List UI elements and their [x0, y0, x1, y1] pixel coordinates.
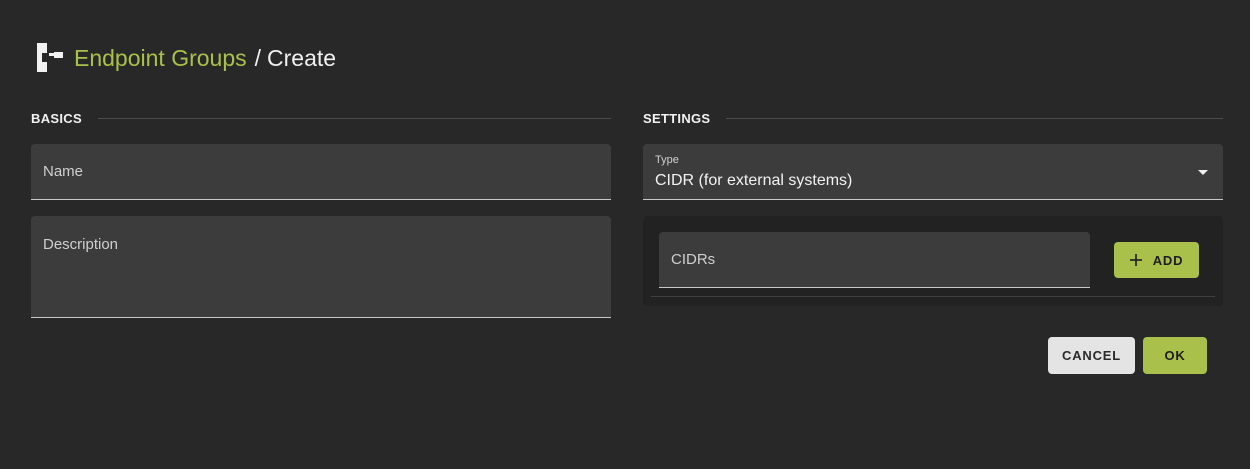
cidrs-divider — [651, 296, 1215, 297]
create-endpoint-group-page: Endpoint Groups / Create BASICS Name Descr… — [0, 0, 1250, 469]
page-header: Endpoint Groups / Create — [35, 40, 336, 76]
description-textarea[interactable]: Description — [31, 216, 611, 318]
cidrs-panel: CIDRs Add — [643, 216, 1223, 306]
basics-divider — [97, 117, 611, 119]
name-input[interactable]: Name — [31, 144, 611, 200]
cancel-button-label: Cancel — [1062, 348, 1121, 363]
ok-button[interactable]: OK — [1143, 337, 1207, 374]
cidrs-placeholder: CIDRs — [671, 251, 716, 268]
chevron-down-icon[interactable] — [1198, 170, 1208, 175]
breadcrumb-separator: / — [254, 45, 262, 71]
breadcrumb-current: Create — [267, 45, 337, 71]
cancel-button[interactable]: Cancel — [1048, 337, 1135, 374]
add-button-label: Add — [1152, 252, 1184, 268]
endpoint-groups-icon — [37, 43, 63, 72]
type-label: Type — [655, 154, 679, 166]
breadcrumb-endpoint-groups[interactable]: Endpoint Groups — [74, 45, 247, 71]
type-select[interactable]: Type CIDR (for external systems) — [643, 144, 1223, 200]
settings-section-header: SETTINGS — [643, 110, 1223, 126]
description-placeholder: Description — [43, 236, 119, 253]
cidrs-input[interactable]: CIDRs — [659, 232, 1090, 288]
plus-icon — [1129, 254, 1142, 266]
ok-button-label: OK — [1164, 348, 1186, 363]
settings-heading: SETTINGS — [643, 110, 711, 126]
add-cidr-button[interactable]: Add — [1114, 242, 1199, 278]
type-value: CIDR (for external systems) — [655, 172, 853, 189]
name-placeholder: Name — [43, 163, 84, 180]
basics-section-header: BASICS — [31, 110, 611, 126]
settings-divider — [726, 117, 1223, 119]
page-title: Endpoint Groups / Create — [74, 40, 336, 76]
basics-heading: BASICS — [31, 110, 82, 126]
